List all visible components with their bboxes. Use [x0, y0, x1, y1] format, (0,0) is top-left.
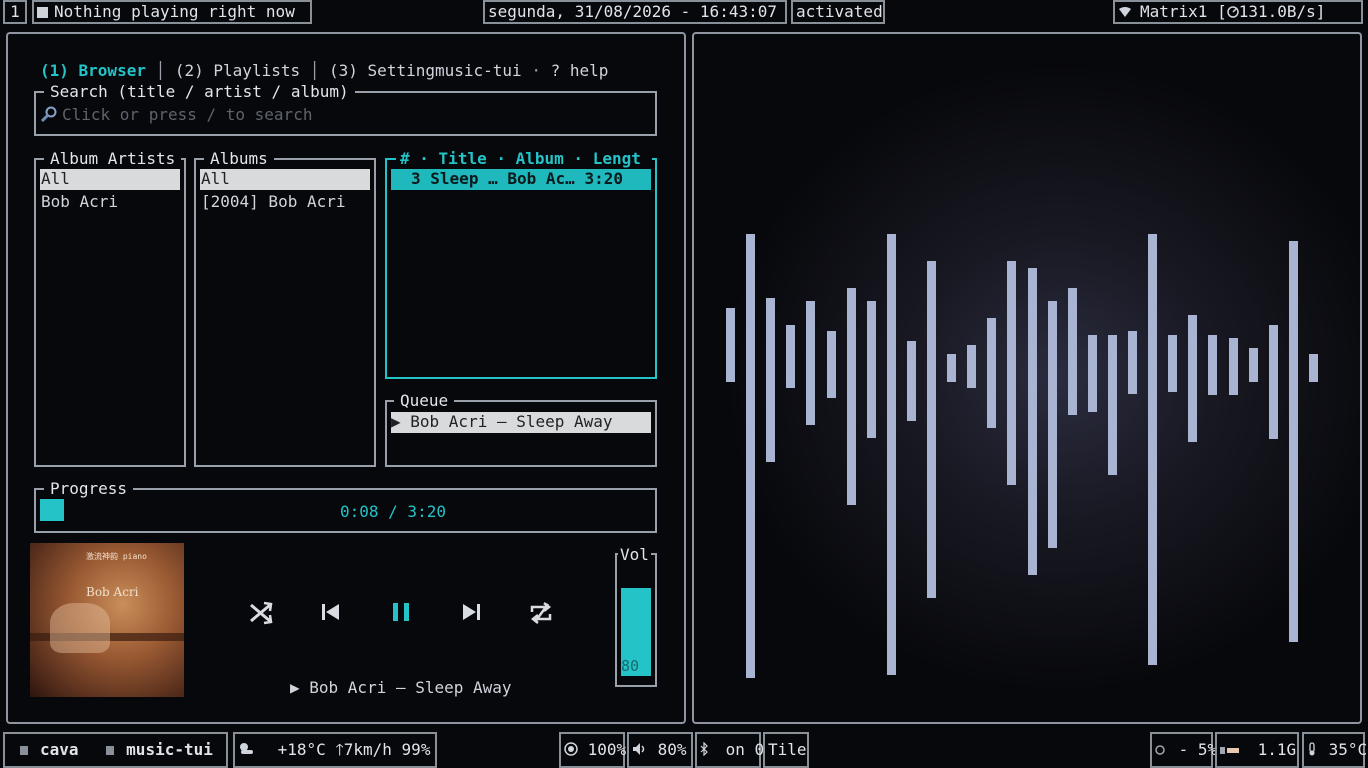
now-playing-widget[interactable]: Nothing playing right now: [32, 0, 312, 24]
cava-window: [692, 32, 1362, 724]
search-placeholder: Click or press / to search: [62, 105, 313, 124]
visualizer-bar: [1168, 335, 1177, 392]
album-item-all[interactable]: All: [200, 169, 370, 190]
weather-icon: [238, 740, 264, 759]
progress-time: 0:08 / 3:20: [340, 502, 446, 521]
visualizer-bar: [1028, 268, 1037, 575]
volume-widget[interactable]: 80%: [627, 732, 693, 768]
visualizer-bar: [726, 308, 735, 382]
thermometer-icon: [1307, 740, 1327, 759]
tab-bar: (1) Browser │ (2) Playlists │ (3) Settin…: [40, 61, 609, 80]
shuffle-icon[interactable]: [246, 597, 276, 627]
network-widget[interactable]: Matrix1 [ 131.0B/s]: [1113, 0, 1363, 24]
network-speed: 131.0B/s]: [1238, 2, 1326, 21]
weather-widget[interactable]: +18°C 🡑7km/h 99%: [233, 732, 437, 768]
artist-item-all[interactable]: All: [40, 169, 180, 190]
visualizer-bar: [887, 234, 896, 675]
visualizer-bar: [967, 345, 976, 388]
temperature-widget: 35°C: [1302, 732, 1367, 768]
cava-task[interactable]: cava: [8, 740, 79, 759]
visualizer-bar: [806, 301, 815, 425]
visualizer: [694, 34, 1360, 722]
speed-icon: [1226, 2, 1239, 22]
tab-browser[interactable]: (1) Browser: [40, 61, 146, 80]
queue-title: Queue: [394, 392, 455, 410]
visualizer-bar: [1229, 338, 1238, 395]
track-row[interactable]: 3 Sleep … Bob Ac… 3:20: [391, 169, 651, 190]
layout-indicator[interactable]: Tile: [763, 732, 809, 768]
visualizer-bar: [1208, 335, 1217, 395]
terminal-icon: [20, 746, 28, 755]
tab-settings[interactable]: (3) Settingmusic-tui: [329, 61, 522, 80]
memory-icon: [1220, 740, 1250, 759]
visualizer-bar: [827, 331, 836, 398]
network-name: Matrix1 [: [1140, 2, 1227, 21]
visualizer-bar: [907, 341, 916, 421]
visualizer-bar: [1309, 354, 1318, 382]
album-artists-title: Album Artists: [44, 150, 182, 168]
queue-panel: [385, 400, 657, 467]
visualizer-bar: [1068, 288, 1077, 415]
progress-fill: [40, 499, 64, 521]
visualizer-bar: [987, 318, 996, 428]
search-title: Search (title / artist / album): [44, 83, 355, 101]
tab-playlists[interactable]: (2) Playlists: [175, 61, 300, 80]
clock: segunda, 31/08/2026 - 16:43:07: [483, 0, 787, 24]
workspace-indicator[interactable]: 1: [3, 0, 27, 24]
volume-bar[interactable]: 80: [621, 566, 651, 676]
visualizer-bar: [1188, 315, 1197, 442]
help-link[interactable]: ? help: [551, 61, 609, 80]
visualizer-bar: [1128, 331, 1137, 394]
bluetooth-icon: [700, 740, 718, 759]
tracks-header: # · Title · Album · Lengt: [396, 150, 652, 168]
pause-icon[interactable]: [386, 597, 416, 627]
visualizer-bar: [927, 261, 936, 598]
now-playing-label: ▶ Bob Acri — Sleep Away: [290, 678, 512, 697]
next-icon[interactable]: [456, 597, 486, 627]
volume-value: 80: [621, 657, 640, 675]
visualizer-bar: [766, 298, 775, 462]
progress-title: Progress: [44, 480, 134, 498]
visualizer-bar: [1289, 241, 1298, 642]
memory-widget: 1.1G: [1215, 732, 1299, 768]
taskbar-apps: cava music-tui: [3, 732, 228, 768]
cpu-widget: - 5%: [1150, 732, 1217, 768]
albums-title: Albums: [204, 150, 274, 168]
visualizer-bar: [947, 354, 956, 382]
brightness-widget[interactable]: 100%: [559, 732, 626, 768]
terminal-icon: [106, 746, 115, 755]
visualizer-bar: [867, 301, 876, 438]
visualizer-bar: [1269, 325, 1278, 439]
status-indicator: activated: [791, 0, 885, 24]
tracks-panel: [385, 158, 657, 379]
magnifier-icon: [40, 105, 62, 125]
album-item-bob-acri[interactable]: [2004] Bob Acri: [200, 192, 370, 213]
speaker-icon: [632, 740, 658, 759]
queue-item[interactable]: ▶ Bob Acri — Sleep Away: [391, 412, 651, 433]
repeat-icon[interactable]: [526, 598, 556, 628]
visualizer-bar: [746, 234, 755, 678]
cpu-icon: [1155, 740, 1175, 759]
volume-title: Vol: [618, 545, 651, 564]
music-tui-task[interactable]: music-tui: [88, 740, 213, 759]
visualizer-bar: [1148, 234, 1157, 665]
bluetooth-widget[interactable]: on 0: [695, 732, 764, 768]
visualizer-bar: [1108, 335, 1117, 475]
visualizer-bar: [847, 288, 856, 505]
search-input[interactable]: Click or press / to search: [40, 105, 312, 125]
album-art: 激流神韵 piano Bob Acri: [30, 543, 184, 697]
visualizer-bar: [1088, 335, 1097, 412]
music-note-icon: [37, 7, 48, 18]
wifi-icon: [1118, 2, 1132, 22]
visualizer-bar: [1048, 301, 1057, 548]
sun-icon: [564, 740, 588, 759]
visualizer-bar: [786, 325, 795, 388]
visualizer-bar: [1007, 261, 1016, 485]
artist-item-bob-acri[interactable]: Bob Acri: [40, 192, 180, 213]
now-playing-text: Nothing playing right now: [54, 2, 295, 21]
visualizer-bar: [1249, 348, 1258, 382]
previous-icon[interactable]: [316, 597, 346, 627]
